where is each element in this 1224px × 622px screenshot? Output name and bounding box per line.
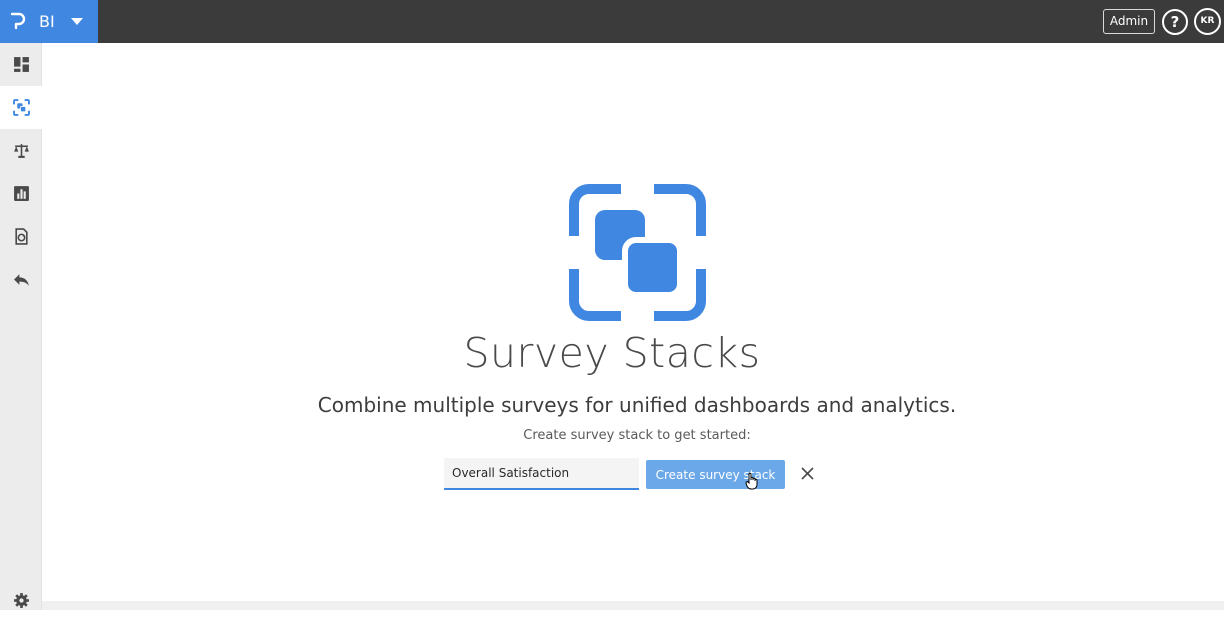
dashboard-icon (13, 57, 29, 72)
app-switcher[interactable]: BI (0, 0, 98, 43)
p-logo-icon (10, 12, 26, 30)
page-subtitle: Combine multiple surveys for unified das… (317, 393, 957, 417)
hint-text: Create survey stack to get started: (523, 428, 751, 443)
app-name: BI (39, 12, 55, 31)
user-avatar[interactable]: KR (1194, 8, 1221, 35)
create-survey-stack-button[interactable]: Create survey stack (646, 460, 785, 489)
document-refresh-icon (14, 228, 28, 245)
page-title: Survey Stacks (463, 329, 761, 377)
survey-stack-icon (12, 99, 30, 116)
sidebar-item-compare[interactable] (0, 129, 42, 172)
reply-arrow-icon (13, 274, 29, 286)
survey-stack-name-input[interactable] (444, 458, 639, 490)
sidebar-item-settings[interactable] (0, 579, 42, 622)
sidebar-item-survey-stacks[interactable] (0, 86, 42, 129)
bar-chart-icon (13, 186, 29, 201)
chevron-down-icon[interactable] (71, 18, 83, 25)
survey-stack-icon (569, 184, 706, 321)
sidebar-item-back[interactable] (0, 258, 42, 301)
sidebar-item-dashboards[interactable] (0, 43, 42, 86)
sidebar-item-updates[interactable] (0, 215, 42, 258)
bottom-strip (42, 601, 1224, 610)
admin-button[interactable]: Admin (1103, 9, 1155, 34)
main-content (42, 43, 1224, 610)
gear-icon (13, 593, 29, 608)
close-icon[interactable] (797, 463, 817, 483)
scale-icon (13, 144, 29, 158)
sidebar-item-reports[interactable] (0, 172, 42, 215)
top-navigation-bar: BI Admin ? KR (0, 0, 1224, 43)
sidebar (0, 43, 42, 610)
help-icon[interactable]: ? (1162, 9, 1188, 35)
